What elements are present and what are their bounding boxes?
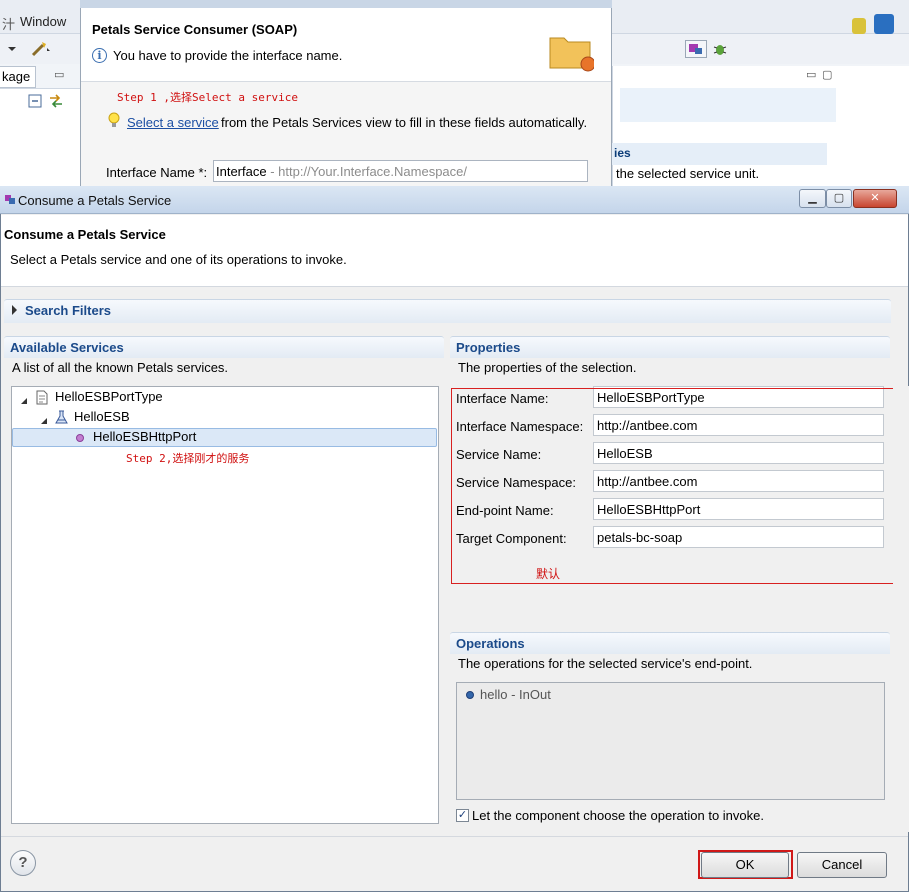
default-annotation: 默认	[536, 567, 561, 581]
available-services-title: Available Services	[4, 336, 444, 358]
help-button[interactable]: ?	[10, 850, 36, 876]
operations-title: Operations	[450, 632, 890, 654]
tab-minimize-icon[interactable]: ▭	[54, 68, 64, 81]
right-panel-minimize-icon[interactable]: ▭	[806, 68, 816, 81]
tree-expanded-arrow-icon[interactable]	[20, 393, 28, 404]
step1-annotation: Step 1 ,选择Select a service	[117, 91, 298, 104]
step2-annotation: Step 2,选择刚才的服务	[126, 452, 250, 465]
search-filters-section[interactable]	[4, 299, 891, 323]
endpoint-dot-icon	[76, 434, 84, 442]
right-panel-header	[620, 88, 836, 122]
properties-description: The properties of the selection.	[458, 360, 637, 375]
lightbulb-icon	[108, 112, 120, 128]
ide-tab-package[interactable]: kage	[0, 66, 36, 88]
footer-separator	[1, 836, 908, 837]
select-service-hint: from the Petals Services view to fill in…	[221, 115, 588, 130]
tree-item-endpoint[interactable]: HelloESBHttpPort	[93, 427, 196, 447]
interface-name-input[interactable]: Interface - http://Your.Interface.Namesp…	[213, 160, 588, 182]
wizard-message: You have to provide the interface name.	[113, 48, 343, 63]
taskbar-window-icon[interactable]	[874, 14, 894, 34]
wizard-title: Petals Service Consumer (SOAP)	[92, 22, 298, 37]
operations-description: The operations for the selected service'…	[458, 656, 753, 671]
link-editor-icon[interactable]	[48, 94, 64, 108]
collapse-all-icon[interactable]	[28, 94, 42, 108]
toolbar-dropdown-icon[interactable]	[4, 40, 20, 56]
ok-button[interactable]: OK	[701, 852, 789, 878]
debug-bug-icon[interactable]	[711, 40, 729, 58]
operation-item: hello - InOut	[480, 687, 551, 702]
dialog-title-icon	[4, 193, 16, 205]
taskbar-app-icon[interactable]	[852, 18, 866, 34]
toolbar-wand-icon[interactable]	[30, 40, 50, 58]
maximize-button[interactable]: ▢	[826, 189, 852, 208]
dialog-window-title: Consume a Petals Service	[18, 193, 172, 208]
dialog-header-message: Select a Petals service and one of its o…	[10, 252, 347, 267]
right-panel-maximize-icon[interactable]: ▢	[822, 68, 832, 81]
service-flask-icon	[54, 410, 69, 425]
search-filters-label[interactable]: Search Filters	[25, 303, 111, 318]
tree-item-service[interactable]: HelloESB	[74, 407, 130, 427]
dialog-right-gutter	[893, 386, 909, 832]
select-service-link[interactable]: Select a service	[127, 115, 219, 130]
interface-name-label: Interface Name *:	[106, 165, 208, 180]
tree-item-porttype[interactable]: HelloESBPortType	[55, 387, 163, 407]
interface-document-icon	[35, 390, 49, 405]
properties-title: Properties	[450, 336, 890, 358]
expand-arrow-icon[interactable]	[12, 305, 17, 315]
minimize-button[interactable]: ▁	[799, 189, 826, 208]
right-panel-section-title: ies	[612, 143, 827, 165]
interface-name-value: Interface	[216, 164, 267, 179]
cancel-button[interactable]: Cancel	[797, 852, 887, 878]
dialog-header-title: Consume a Petals Service	[4, 227, 166, 242]
info-icon: i	[92, 48, 107, 63]
properties-annotation-box	[451, 388, 895, 584]
right-panel-description: the selected service unit.	[616, 166, 760, 181]
choose-operation-checkbox[interactable]: ✓	[456, 809, 469, 822]
tree-expanded-arrow-icon[interactable]	[40, 413, 48, 424]
ide-menu-partial-left: 汁	[2, 17, 16, 32]
wizard-titlebar	[80, 0, 612, 8]
choose-operation-label[interactable]: Let the component choose the operation t…	[472, 808, 764, 823]
close-button[interactable]: ✕	[853, 189, 897, 208]
folder-icon	[548, 30, 596, 72]
operation-icon	[466, 691, 474, 699]
available-services-description: A list of all the known Petals services.	[12, 360, 229, 375]
interface-name-placeholder: - http://Your.Interface.Namespace/	[266, 164, 468, 179]
wizard-header	[81, 8, 611, 82]
ide-menu-window[interactable]: Window	[20, 14, 66, 29]
dialog-header	[1, 215, 908, 287]
perspective-icon[interactable]	[685, 40, 707, 58]
